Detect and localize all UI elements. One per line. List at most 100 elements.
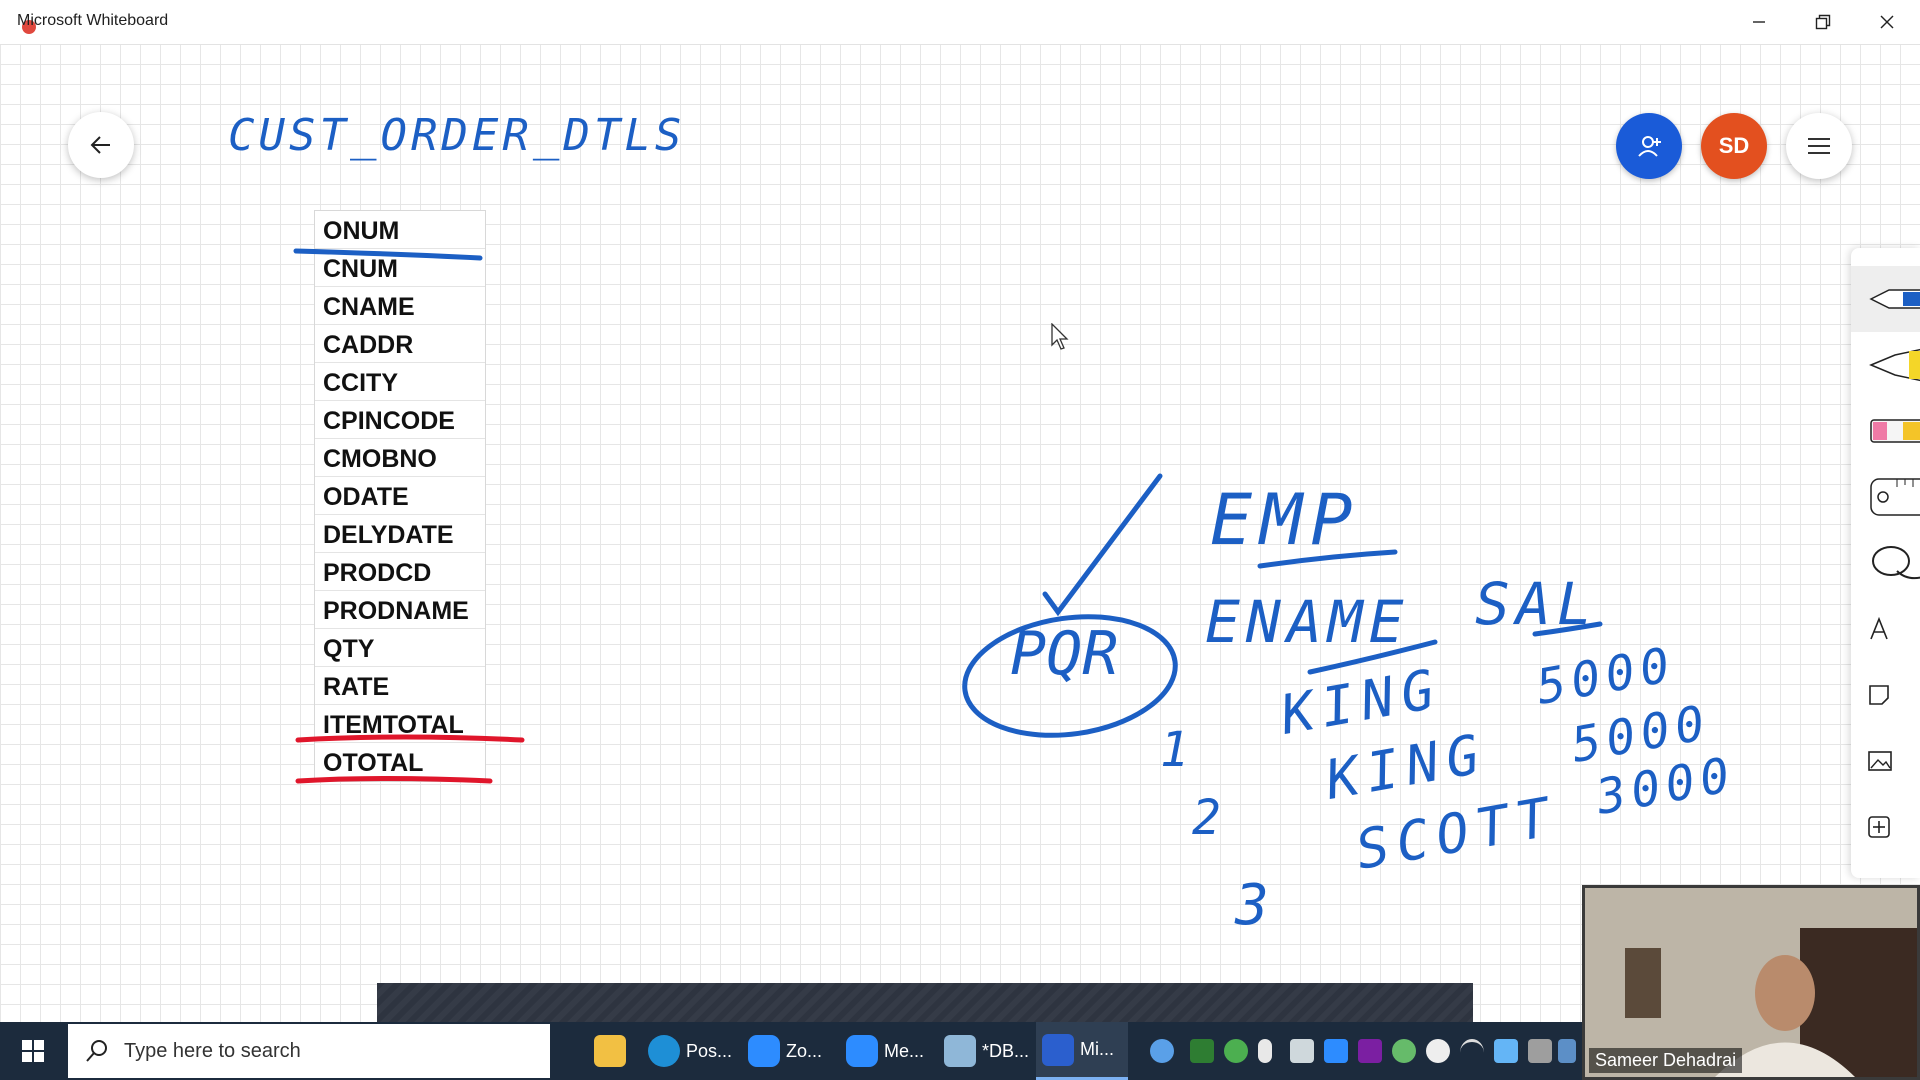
add-icon xyxy=(1868,816,1890,838)
screen-share-bar xyxy=(377,983,1473,1023)
column-row: CCITY xyxy=(315,363,485,401)
hamburger-icon xyxy=(1808,138,1830,154)
column-row-struck: ITEMTOTAL xyxy=(315,705,485,743)
lasso-tool[interactable] xyxy=(1851,530,1920,596)
taskbar-app-label: Mi... xyxy=(1080,1039,1114,1059)
ink-checkmark xyxy=(1042,473,1163,617)
close-icon xyxy=(1880,15,1894,29)
zoom-meeting-icon xyxy=(846,1035,878,1067)
column-row: PRODNAME xyxy=(315,591,485,629)
invite-button[interactable] xyxy=(1616,113,1682,179)
updater-icon[interactable] xyxy=(1392,1039,1416,1063)
eraser-tool[interactable] xyxy=(1851,398,1920,464)
search-icon xyxy=(86,1040,107,1062)
restore-icon xyxy=(1815,14,1831,30)
back-button[interactable] xyxy=(68,112,134,178)
taskbar-app-zoom-meeting[interactable]: Me... xyxy=(846,1022,938,1080)
taskbar-app-notepad[interactable]: *DB... xyxy=(944,1022,1036,1080)
image-tool[interactable] xyxy=(1851,728,1920,794)
taskbar-app-zoom[interactable]: Zo... xyxy=(748,1022,840,1080)
windows-icon xyxy=(22,1040,44,1062)
menu-button[interactable] xyxy=(1786,113,1852,179)
title-bar: Microsoft Whiteboard xyxy=(0,0,1920,45)
column-row: DELYDATE xyxy=(315,515,485,553)
ink-underline-emp xyxy=(1257,549,1398,569)
column-row-struck: OTOTAL xyxy=(315,743,485,781)
column-row: ONUM xyxy=(315,211,485,249)
network-icon[interactable] xyxy=(1558,1039,1576,1063)
add-tool[interactable] xyxy=(1851,794,1920,860)
wifi-icon[interactable] xyxy=(1460,1039,1484,1066)
arrow-left-icon xyxy=(90,136,110,154)
ink-salary: 3000 xyxy=(1591,746,1739,826)
ink-circled-text: PQR xyxy=(1010,619,1118,689)
device-icon[interactable] xyxy=(1528,1039,1552,1063)
taskbar-app-whiteboard[interactable]: Mi... xyxy=(1036,1022,1128,1080)
column-row: PRODCD xyxy=(315,553,485,591)
minimize-icon xyxy=(1753,21,1765,23)
snowflake-icon[interactable] xyxy=(1494,1039,1518,1063)
ink-layer: CUST_ORDER_DTLS EMP PQR ENAME SAL 1 2 3 … xyxy=(228,110,1740,938)
whiteboard-canvas[interactable]: ONUM CNUM CNAME CADDR CCITY CPINCODE CMO… xyxy=(0,44,1920,1022)
security-check-icon[interactable] xyxy=(1224,1039,1248,1063)
microphone-icon[interactable] xyxy=(1258,1039,1272,1063)
column-row: QTY xyxy=(315,629,485,667)
help-icon[interactable] xyxy=(1150,1039,1174,1063)
column-row: ODATE xyxy=(315,477,485,515)
minimize-button[interactable] xyxy=(1728,0,1790,44)
ink-name: SCOTT xyxy=(1351,785,1561,882)
column-list-table[interactable]: ONUM CNUM CNAME CADDR CCITY CPINCODE CMO… xyxy=(314,210,486,782)
ink-salary: 5000 xyxy=(1567,694,1714,773)
pen-icon xyxy=(1869,289,1920,309)
note-icon xyxy=(1869,685,1889,705)
window-title: Microsoft Whiteboard xyxy=(17,12,169,29)
taskbar-app-edge[interactable]: Pos... xyxy=(648,1022,740,1080)
shield-icon[interactable] xyxy=(1426,1039,1450,1063)
ink-table-name: EMP xyxy=(1210,479,1360,561)
ink-underline-ename xyxy=(1307,639,1438,675)
taskbar-search-input[interactable]: Type here to search xyxy=(68,1024,550,1078)
file-explorer-icon xyxy=(594,1035,626,1067)
onenote-icon[interactable] xyxy=(1358,1039,1382,1063)
edge-icon xyxy=(648,1035,680,1067)
note-tool[interactable] xyxy=(1851,662,1920,728)
search-placeholder: Type here to search xyxy=(124,1039,301,1062)
column-row: CNUM xyxy=(315,249,485,287)
notepad-icon xyxy=(944,1035,976,1067)
ink-name: KING xyxy=(1275,657,1447,747)
image-icon xyxy=(1868,751,1892,771)
battery-icon[interactable] xyxy=(1290,1039,1314,1063)
user-avatar[interactable]: SD xyxy=(1701,113,1767,179)
taskbar-app-file-explorer[interactable] xyxy=(588,1022,638,1080)
ink-circle xyxy=(962,614,1178,738)
taskbar-app-label: *DB... xyxy=(982,1040,1030,1061)
close-button[interactable] xyxy=(1856,0,1918,44)
text-tool[interactable] xyxy=(1851,596,1920,662)
column-row: CADDR xyxy=(315,325,485,363)
tool-rail xyxy=(1851,248,1920,878)
ink-salary: 5000 xyxy=(1532,636,1679,715)
zoom-tray-icon[interactable] xyxy=(1324,1039,1348,1063)
nvidia-icon[interactable] xyxy=(1190,1039,1214,1063)
lasso-icon xyxy=(1872,546,1920,580)
highlighter-tool[interactable] xyxy=(1851,332,1920,398)
ink-row-number: 3 xyxy=(1234,873,1269,938)
start-button[interactable] xyxy=(0,1022,66,1080)
pen-tool[interactable] xyxy=(1851,266,1920,332)
column-row: CMOBNO xyxy=(315,439,485,477)
text-icon xyxy=(1870,617,1888,640)
ink-name: KING xyxy=(1320,722,1492,812)
taskbar-app-label: Pos... xyxy=(686,1040,733,1061)
zoom-icon xyxy=(748,1035,780,1067)
taskbar: Type here to search Pos... Zo... Me... *… xyxy=(0,1022,1582,1080)
add-person-icon xyxy=(1638,136,1661,157)
restore-button[interactable] xyxy=(1792,0,1854,44)
ink-underline-sal xyxy=(1532,621,1603,637)
ink-header-sal: SAL xyxy=(1475,570,1598,638)
ink-row-number: 1 xyxy=(1160,722,1189,778)
participant-name-label: Sameer Dehadrai xyxy=(1589,1048,1743,1073)
ink-heading-text: CUST_ORDER_DTLS xyxy=(228,110,685,161)
mouse-cursor-icon xyxy=(1051,323,1069,350)
participant-video-tile[interactable]: Sameer Dehadrai xyxy=(1582,885,1920,1080)
ruler-tool[interactable] xyxy=(1851,464,1920,530)
